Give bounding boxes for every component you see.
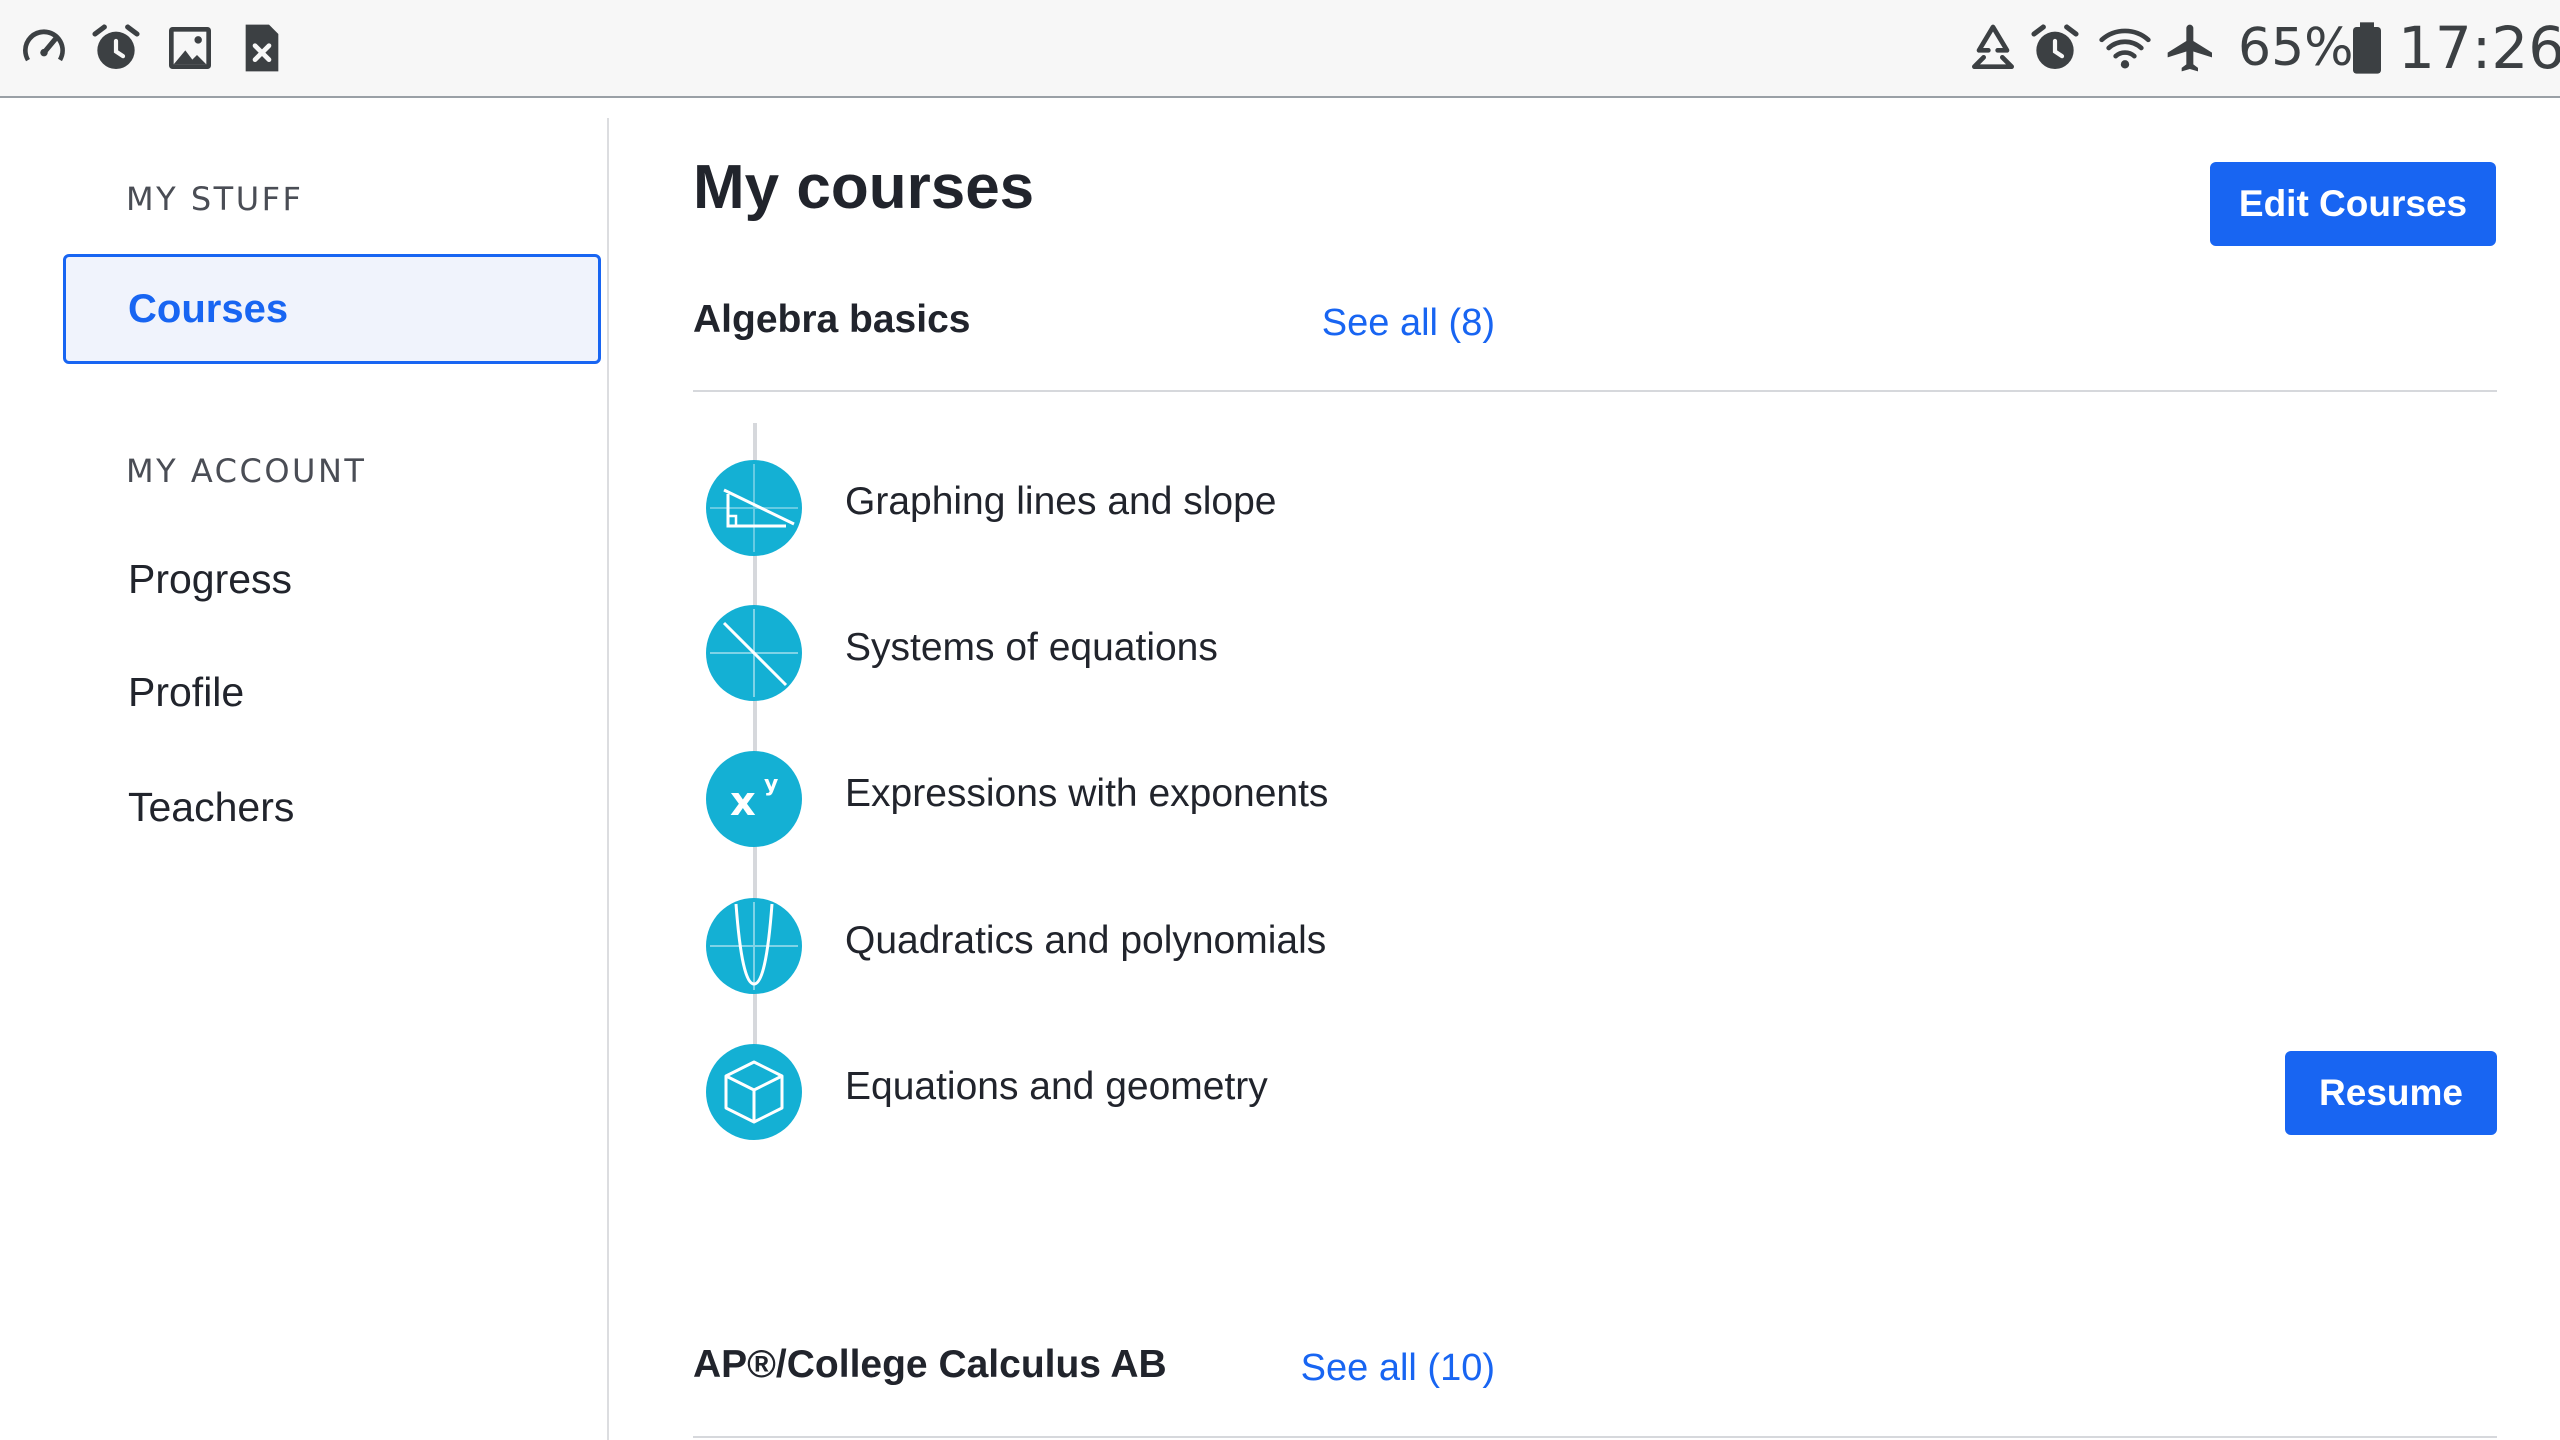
- course-title[interactable]: Algebra basics: [693, 298, 970, 342]
- close-file-icon: [234, 20, 290, 76]
- speedometer-icon: [16, 20, 72, 76]
- status-bar: 65% 17:26: [0, 0, 2560, 98]
- unit-title[interactable]: Expressions with exponents: [845, 772, 1328, 816]
- see-all-link[interactable]: See all (8): [1322, 302, 1495, 345]
- sidebar-item-teachers[interactable]: Teachers: [128, 784, 294, 831]
- sidebar-item-courses[interactable]: Courses: [63, 254, 601, 364]
- resume-button[interactable]: Resume: [2285, 1051, 2497, 1135]
- my-account-heading: MY ACCOUNT: [126, 452, 367, 490]
- airplane-icon: [2163, 20, 2219, 76]
- battery-percentage: 65%: [2238, 18, 2354, 78]
- unit-title[interactable]: Equations and geometry: [845, 1065, 1268, 1109]
- svg-text:x: x: [730, 779, 756, 825]
- cube-icon[interactable]: [706, 1044, 802, 1140]
- sidebar-item-progress[interactable]: Progress: [128, 556, 292, 603]
- divider: [693, 390, 2497, 392]
- alarm-icon: [88, 20, 144, 76]
- divider: [693, 1436, 2497, 1438]
- sidebar: MY STUFF Courses MY ACCOUNT Progress Pro…: [0, 118, 609, 1440]
- battery-icon: [2350, 20, 2384, 76]
- systems-equations-icon[interactable]: [706, 605, 802, 701]
- see-all-link[interactable]: See all (10): [1301, 1347, 1495, 1390]
- edit-courses-button[interactable]: Edit Courses: [2210, 162, 2496, 246]
- exponents-icon[interactable]: x y: [706, 751, 802, 847]
- course-title[interactable]: AP®/College Calculus AB: [693, 1343, 1167, 1387]
- my-stuff-heading: MY STUFF: [126, 180, 304, 218]
- unit-title[interactable]: Quadratics and polynomials: [845, 919, 1326, 963]
- page-title: My courses: [693, 153, 1035, 222]
- parabola-icon[interactable]: [706, 898, 802, 994]
- svg-text:y: y: [764, 772, 778, 797]
- clock: 17:26: [2398, 14, 2560, 82]
- wifi-icon: [2097, 20, 2153, 76]
- sidebar-item-label: Courses: [128, 287, 289, 331]
- unit-title[interactable]: Systems of equations: [845, 626, 1218, 670]
- unit-title[interactable]: Graphing lines and slope: [845, 480, 1276, 524]
- sidebar-item-profile[interactable]: Profile: [128, 669, 244, 716]
- graphing-lines-icon[interactable]: [706, 460, 802, 556]
- alarm-icon: [2027, 20, 2083, 76]
- image-icon: [162, 20, 218, 76]
- recycle-icon: [1965, 20, 2021, 76]
